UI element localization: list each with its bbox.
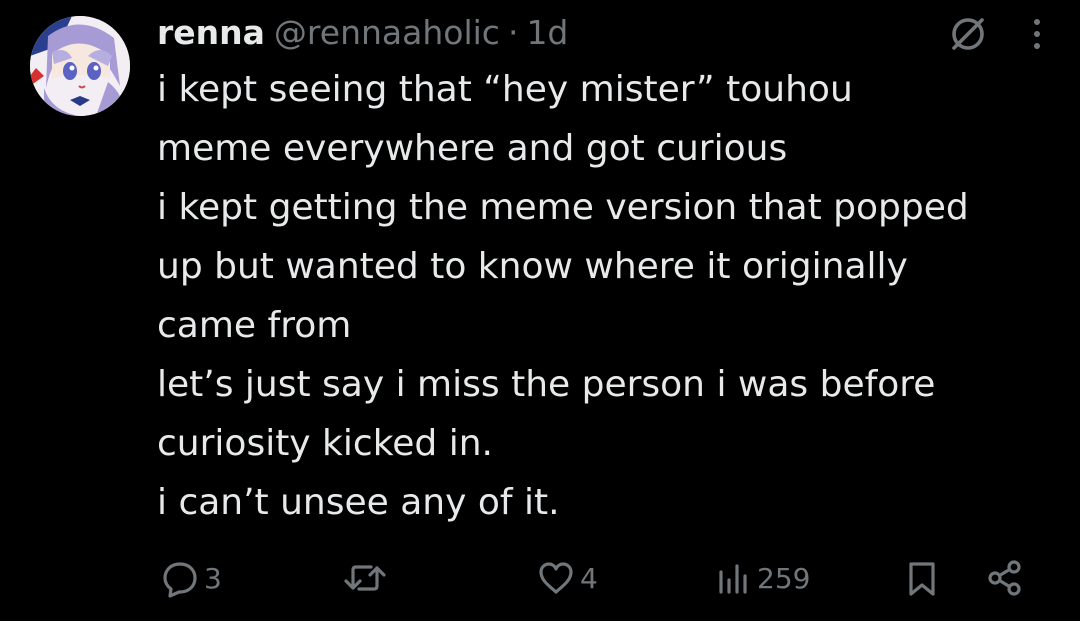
tweet-text-line: came from: [157, 305, 352, 346]
bookmark-button[interactable]: [902, 553, 942, 603]
tweet-text-line: i kept getting the meme version that pop…: [157, 187, 969, 228]
bookmark-icon: [902, 558, 942, 598]
retweet-icon: [341, 558, 389, 598]
like-button[interactable]: 4: [536, 553, 598, 603]
reply-icon: [160, 558, 200, 598]
tweet-actions: 3 4 259: [0, 553, 1080, 603]
more-options-icon[interactable]: [1030, 14, 1044, 58]
tweet-text-line: i can’t unsee any of it.: [157, 482, 560, 523]
tweet-text-line: meme everywhere and got curious: [157, 128, 788, 169]
tweet-header: renna @rennaaholic · 1d: [157, 10, 568, 56]
tweet-text-line: let’s just say i miss the person i was b…: [157, 364, 936, 405]
post-time[interactable]: 1d: [526, 10, 568, 56]
share-icon: [985, 558, 1025, 598]
heart-icon: [536, 558, 576, 598]
reply-count: 3: [204, 561, 222, 595]
like-count: 4: [580, 561, 598, 595]
tweet-top-actions: [948, 14, 1044, 58]
tweet-text: i kept seeing that “hey mister” touhou m…: [157, 60, 1057, 532]
separator-dot: ·: [507, 13, 519, 52]
author-handle[interactable]: @rennaaholic: [274, 10, 500, 56]
views-icon: [713, 558, 753, 598]
avatar[interactable]: [30, 16, 130, 116]
retweet-button[interactable]: [341, 553, 393, 603]
reply-button[interactable]: 3: [160, 553, 222, 603]
tweet-text-line: up but wanted to know where it originall…: [157, 246, 908, 287]
tweet[interactable]: renna @rennaaholic · 1d i kept seeing th…: [0, 0, 1080, 621]
grok-icon[interactable]: [948, 14, 1030, 58]
views-button[interactable]: 259: [713, 553, 810, 603]
share-button[interactable]: [985, 553, 1025, 603]
tweet-text-line: curiosity kicked in.: [157, 423, 493, 464]
tweet-text-line: i kept seeing that “hey mister” touhou: [157, 69, 853, 110]
views-count: 259: [757, 561, 811, 595]
author-name[interactable]: renna: [157, 10, 265, 56]
